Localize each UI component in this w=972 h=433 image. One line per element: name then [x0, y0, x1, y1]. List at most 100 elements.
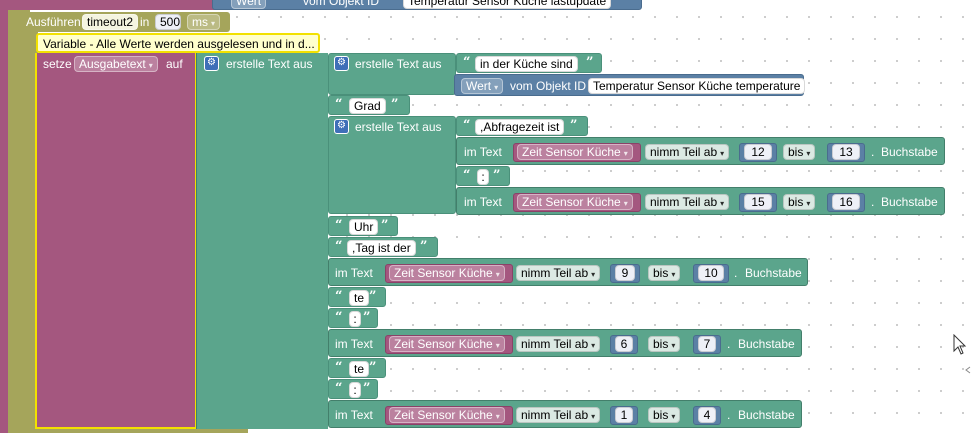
substring-mode-dropdown[interactable]: nimm Teil ab ▾: [516, 336, 601, 352]
substring-mode-dropdown[interactable]: nimm Teil ab ▾: [516, 265, 601, 281]
text-value-field[interactable]: in der Küche sind: [475, 56, 578, 72]
to-mode-dropdown[interactable]: bis ▾: [648, 407, 681, 423]
dot-label: .: [871, 195, 875, 209]
from-index-field[interactable]: 9: [615, 265, 635, 281]
close-quote-icon: ”: [363, 310, 371, 325]
text-value-field[interactable]: Uhr: [349, 219, 379, 235]
substring-mode-dropdown[interactable]: nimm Teil ab ▾: [516, 407, 601, 423]
chevron-down-icon: ▾: [591, 412, 596, 421]
timeout-value-field[interactable]: 500: [155, 14, 181, 30]
chevron-down-icon: ▾: [623, 149, 628, 158]
text-block-in-kueche[interactable]: “ in der Küche sind ”: [456, 53, 602, 73]
text-block-grad[interactable]: “ Grad ”: [328, 95, 410, 115]
substring-block[interactable]: im Text Zeit Sensor Küche ▾ nimm Teil ab ▾…: [328, 258, 808, 286]
to-mode-dropdown[interactable]: bis ▾: [648, 336, 681, 352]
gear-icon[interactable]: ⚙: [204, 56, 219, 71]
to-index-field[interactable]: 16: [832, 194, 860, 210]
chevron-down-icon: ▾: [671, 412, 676, 421]
object-attr-dropdown[interactable]: Wert: [231, 0, 267, 9]
set-var-dropdown[interactable]: Ausgabetext ▾: [74, 56, 158, 72]
set-to-label: auf: [166, 57, 183, 71]
text-block-tag[interactable]: “ ,Tag ist der ”: [328, 237, 438, 257]
timeout-var-dropdown[interactable]: timeout2: [82, 14, 139, 30]
text-value-field[interactable]: :: [349, 311, 361, 327]
variable-dropdown[interactable]: Zeit Sensor Küche ▾: [517, 194, 633, 210]
chevron-down-icon: ▾: [495, 412, 500, 421]
chevron-down-icon: ▾: [806, 199, 811, 208]
text-block-uhr[interactable]: “ Uhr ”: [328, 216, 398, 236]
text-value-field[interactable]: :: [477, 169, 489, 185]
timeout-in-label: in: [140, 15, 150, 29]
suffix-label: Buchstabe: [738, 408, 795, 422]
object-from-label: vom Objekt ID: [510, 79, 587, 93]
to-mode-dropdown[interactable]: bis ▾: [783, 144, 816, 160]
text-block-te[interactable]: “ te ”: [328, 287, 386, 307]
text-block-abfragezeit[interactable]: “ ,Abfragezeit ist ”: [456, 116, 588, 136]
substring-block[interactable]: im Text Zeit Sensor Küche ▾ nimm Teil ab ▾…: [328, 329, 802, 357]
text-value-field[interactable]: ,Abfragezeit ist: [475, 119, 565, 135]
variable-dropdown[interactable]: Zeit Sensor Küche ▾: [517, 144, 633, 160]
timeout-unit-dropdown[interactable]: ms ▾: [187, 14, 221, 30]
set-label: setze: [43, 57, 72, 71]
text-value-field[interactable]: te: [349, 290, 370, 306]
timeout-block[interactable]: Ausführen timeout2 in 500 ms ▾: [20, 12, 230, 32]
substring-mode-dropdown[interactable]: nimm Teil ab ▾: [645, 194, 730, 210]
from-index-field[interactable]: 15: [744, 194, 772, 210]
substring-block[interactable]: im Text Zeit Sensor Küche ▾ nimm Teil ab ▾…: [456, 137, 945, 165]
close-quote-icon: ”: [493, 168, 501, 183]
chevron-down-icon: ▾: [623, 199, 628, 208]
suffix-label: Buchstabe: [881, 145, 938, 159]
close-quote-icon: ”: [369, 360, 377, 375]
suffix-label: Buchstabe: [738, 337, 795, 351]
text-value-field[interactable]: te: [349, 361, 370, 377]
im-text-label: im Text: [335, 337, 373, 351]
text-block-te[interactable]: “ te ”: [328, 358, 386, 378]
text-block-colon[interactable]: “ : ”: [328, 308, 378, 328]
dot-label: .: [734, 266, 738, 280]
chevron-down-icon: ▾: [591, 270, 596, 279]
to-index-field[interactable]: 13: [832, 144, 860, 160]
to-mode-dropdown[interactable]: bis ▾: [783, 194, 816, 210]
object-from-label: vom Objekt ID: [303, 0, 380, 8]
create-text-label-2: erstelle Text aus: [355, 120, 442, 134]
from-index-field[interactable]: 6: [615, 336, 633, 352]
to-index-field[interactable]: 10: [698, 265, 724, 281]
to-index-field[interactable]: 7: [698, 336, 716, 352]
substring-mode-dropdown[interactable]: nimm Teil ab ▾: [645, 144, 730, 160]
close-quote-icon: ”: [570, 118, 578, 133]
text-block-colon[interactable]: “ : ”: [456, 166, 510, 186]
to-index-field[interactable]: 4: [698, 407, 716, 423]
object-attr-dropdown[interactable]: Wert ▾: [461, 78, 504, 94]
substring-block[interactable]: im Text Zeit Sensor Küche ▾ nimm Teil ab ▾…: [328, 400, 802, 428]
variable-dropdown[interactable]: Zeit Sensor Küche ▾: [389, 265, 505, 281]
from-index-field[interactable]: 1: [615, 407, 633, 423]
text-value-field[interactable]: Grad: [349, 98, 386, 114]
text-value-field[interactable]: ,Tag ist der: [347, 240, 416, 256]
from-index-field[interactable]: 12: [744, 144, 772, 160]
object-id-field[interactable]: Temperatur Sensor Küche temperature: [588, 78, 806, 94]
close-quote-icon: ”: [363, 381, 371, 396]
open-quote-icon: “: [335, 97, 343, 112]
object-value-block[interactable]: Wert ▾ vom Objekt ID Temperatur Sensor Kü…: [454, 74, 806, 96]
variable-dropdown[interactable]: Zeit Sensor Küche ▾: [389, 336, 505, 352]
gear-icon[interactable]: ⚙: [334, 119, 349, 134]
open-quote-icon: “: [335, 310, 343, 325]
open-quote-icon: “: [463, 55, 471, 70]
create-text-label: erstelle Text aus: [226, 57, 313, 71]
set-variable-block[interactable]: [35, 53, 197, 429]
substring-block[interactable]: im Text Zeit Sensor Küche ▾ nimm Teil ab ▾…: [456, 187, 945, 215]
scroll-arrow-icon[interactable]: [964, 366, 972, 374]
gear-icon[interactable]: ⚙: [334, 56, 349, 71]
create-text-block-outer[interactable]: [196, 53, 328, 429]
close-quote-icon: ”: [391, 97, 399, 112]
variable-dropdown[interactable]: Zeit Sensor Küche ▾: [389, 407, 505, 423]
object-value-block-top[interactable]: Wert vom Objekt ID Temperatur Sensor Küc…: [212, 0, 642, 10]
text-block-colon[interactable]: “ : ”: [328, 379, 378, 399]
im-text-label: im Text: [464, 195, 502, 209]
object-id-field[interactable]: Temperatur Sensor Küche lastupdate: [403, 0, 612, 9]
to-mode-dropdown[interactable]: bis ▾: [648, 265, 681, 281]
chevron-down-icon: ▾: [494, 83, 499, 92]
im-text-label: im Text: [335, 266, 373, 280]
text-value-field[interactable]: :: [349, 382, 361, 398]
comment-bubble[interactable]: Variable - Alle Werte werden ausgelesen …: [36, 33, 320, 53]
